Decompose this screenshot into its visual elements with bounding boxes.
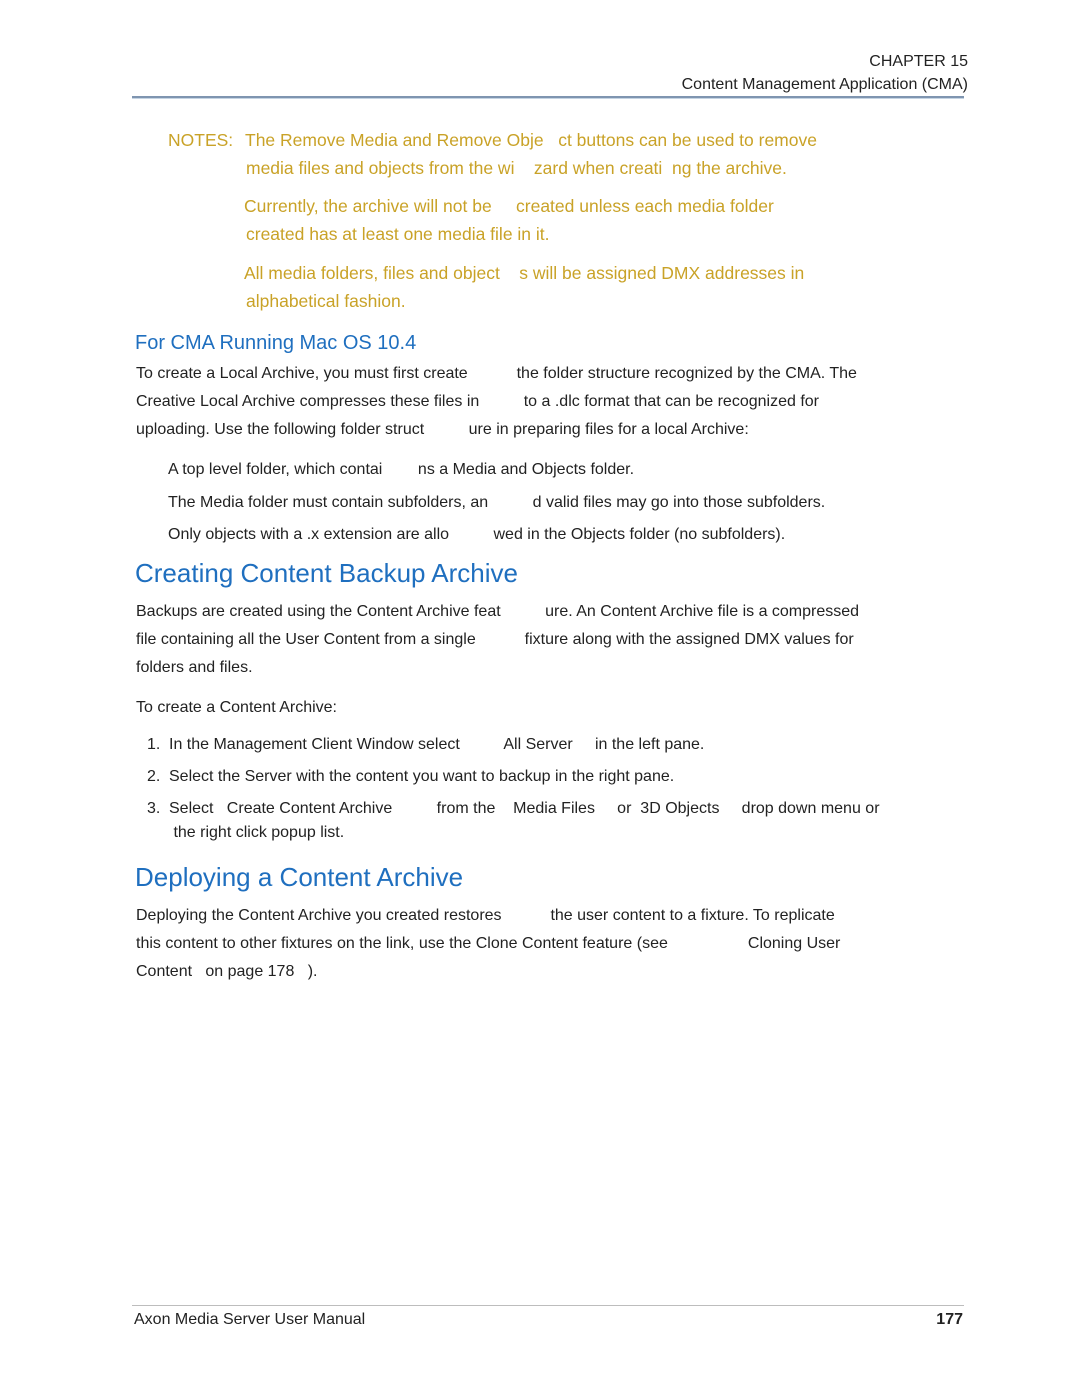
note-line: created has at least one media file in i… <box>246 224 550 244</box>
step-text: the right click popup list. <box>169 824 345 841</box>
section-heading: For CMA Running Mac OS 10.4 <box>135 332 417 354</box>
paragraph-line: Backups are created using the Content Ar… <box>136 603 860 620</box>
procedure-intro: To create a Content Archive: <box>136 699 337 716</box>
header-divider <box>132 96 964 99</box>
step-text: In the Management Client Window select A… <box>169 736 705 753</box>
paragraph-line: file containing all the User Content fro… <box>136 631 854 648</box>
manual-title: Axon Media Server User Manual <box>134 1311 366 1328</box>
step-text: Select the Server with the content you w… <box>169 768 675 785</box>
step-number: 3. <box>147 800 161 817</box>
step-number: 1. <box>147 736 161 753</box>
footer-divider <box>132 1305 964 1306</box>
note-line: media files and objects from the wi zard… <box>246 158 787 178</box>
notes-label: NOTES: <box>168 130 234 150</box>
chapter-number: CHAPTER 15 <box>869 53 968 70</box>
list-item: A top level folder, which contai ns a Me… <box>168 461 635 478</box>
section-heading: Creating Content Backup Archive <box>135 558 518 588</box>
paragraph-line: folders and files. <box>136 659 253 676</box>
note-line: alphabetical fashion. <box>246 291 406 311</box>
paragraph-line: To create a Local Archive, you must firs… <box>136 365 857 382</box>
paragraph-line: Deploying the Content Archive you create… <box>136 907 835 924</box>
section-heading: Deploying a Content Archive <box>135 862 464 892</box>
list-item: The Media folder must contain subfolders… <box>168 494 826 511</box>
note-line: All media folders, files and object s wi… <box>244 263 805 283</box>
step-text: Select Create Content Archive from the M… <box>169 800 880 817</box>
page-number: 177 <box>936 1311 963 1328</box>
paragraph-line: uploading. Use the following folder stru… <box>136 421 749 438</box>
chapter-title: Content Management Application (CMA) <box>681 76 968 93</box>
paragraph-line: Creative Local Archive compresses these … <box>136 393 819 410</box>
list-item: Only objects with a .x extension are all… <box>168 526 786 543</box>
paragraph-line[interactable]: this content to other fixtures on the li… <box>136 935 840 953</box>
cross-reference-link[interactable]: Content on page 178 ). <box>136 963 317 981</box>
note-line: Currently, the archive will not be creat… <box>244 196 774 216</box>
step-number: 2. <box>147 768 161 785</box>
note-line: The Remove Media and Remove Obje ct butt… <box>245 130 817 150</box>
